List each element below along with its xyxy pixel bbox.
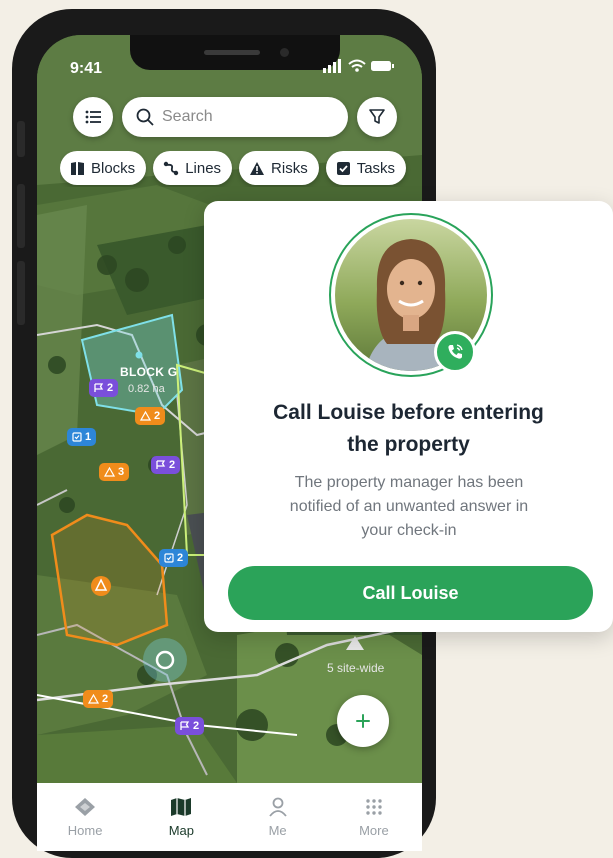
tab-more[interactable]: More <box>339 797 409 851</box>
front-camera <box>280 48 289 57</box>
status-icons <box>323 59 395 78</box>
signal-icon <box>323 59 341 73</box>
card-message: The property manager has been notified o… <box>234 471 584 543</box>
flag-icon <box>180 721 190 730</box>
filter-button[interactable] <box>357 97 397 137</box>
filter-icon <box>369 109 385 124</box>
task-pin[interactable]: 1 <box>67 428 97 446</box>
flag-pin[interactable]: 2 <box>151 456 181 474</box>
chip-tasks-label: Tasks <box>356 159 396 177</box>
warning-icon <box>250 161 265 175</box>
add-button[interactable] <box>337 695 389 747</box>
search-placeholder: Search <box>162 108 213 125</box>
card-title-line2: the property <box>347 433 470 456</box>
warning-icon <box>140 411 151 421</box>
chip-blocks-label: Blocks <box>91 159 136 177</box>
risk-pin[interactable]: 2 <box>83 690 114 708</box>
block-name-label: BLOCK G <box>120 365 178 379</box>
warning-icon <box>104 467 115 477</box>
chip-risks-label: Risks <box>271 159 308 177</box>
block-area-label: 0.82 ha <box>128 383 165 395</box>
tab-me[interactable]: Me <box>243 797 313 851</box>
person-icon <box>268 797 287 817</box>
tab-map-label: Map <box>168 823 195 838</box>
battery-icon <box>371 61 394 71</box>
risk-pin-count: 3 <box>118 466 125 478</box>
blocks-icon <box>71 161 84 175</box>
chip-risks[interactable]: Risks <box>239 151 319 185</box>
menu-button[interactable] <box>73 97 113 137</box>
risk-pin[interactable]: 3 <box>99 463 130 481</box>
tab-home-label: Home <box>67 823 103 838</box>
card-message-line2: notified of an unwanted answer in <box>289 498 529 515</box>
filter-chip-row: Blocks Lines Risks Tasks <box>60 151 422 187</box>
flag-pin-count: 2 <box>107 382 114 394</box>
flag-icon <box>156 460 166 469</box>
chip-tasks[interactable]: Tasks <box>325 151 407 185</box>
wifi-icon <box>348 59 366 72</box>
task-pin-count: 1 <box>85 431 92 443</box>
risk-pin[interactable]: 2 <box>135 407 166 425</box>
stage: 9:41 Search Blocks Lines Risks Tasks BLO… <box>0 0 613 858</box>
notch <box>130 35 340 70</box>
tab-more-label: More <box>359 823 389 838</box>
checkbox-icon <box>72 432 82 442</box>
speaker-bar <box>204 50 260 55</box>
tab-map[interactable]: Map <box>146 797 216 851</box>
card-message-line3: your check-in <box>361 522 457 539</box>
tab-me-label: Me <box>268 823 287 838</box>
risk-pin-count: 2 <box>102 693 109 705</box>
card-message-line1: The property manager has been <box>294 474 524 491</box>
task-pin[interactable]: 2 <box>159 549 189 567</box>
volume-up-button <box>17 184 25 248</box>
search-bar[interactable]: Search <box>122 97 348 137</box>
call-louise-button[interactable]: Call Louise <box>228 566 593 620</box>
search-icon <box>136 108 154 126</box>
status-time: 9:41 <box>70 60 103 77</box>
chip-lines[interactable]: Lines <box>153 151 233 185</box>
checkbox-icon <box>164 553 174 563</box>
bottom-tab-bar: Home Map Me More <box>37 783 422 851</box>
task-pin-count: 2 <box>177 552 184 564</box>
chip-lines-label: Lines <box>185 159 222 177</box>
flag-pin-count: 2 <box>169 459 176 471</box>
tab-home[interactable]: Home <box>50 797 120 851</box>
map-icon <box>171 798 192 816</box>
warning-icon <box>88 694 99 704</box>
flag-pin[interactable]: 2 <box>175 717 205 735</box>
risk-pin-count: 2 <box>154 410 161 422</box>
flag-icon <box>94 383 104 392</box>
checkbox-icon <box>336 161 350 175</box>
card-title: Call Louise before entering the property <box>204 397 613 461</box>
card-title-line1: Call Louise before entering <box>273 401 544 424</box>
flag-pin[interactable]: 2 <box>89 379 119 397</box>
list-icon <box>85 110 101 124</box>
grid-dots-icon <box>366 799 382 815</box>
flag-pin-count: 2 <box>193 720 200 732</box>
phone-call-icon <box>434 331 476 373</box>
home-icon <box>75 798 96 816</box>
call-alert-card: Call Louise before entering the property… <box>204 201 613 632</box>
mute-switch <box>17 121 25 157</box>
site-wide-label: 5 site-wide <box>327 661 385 675</box>
chip-blocks[interactable]: Blocks <box>60 151 147 185</box>
plus-icon <box>356 714 370 728</box>
volume-down-button <box>17 261 25 325</box>
lines-icon <box>163 161 179 175</box>
